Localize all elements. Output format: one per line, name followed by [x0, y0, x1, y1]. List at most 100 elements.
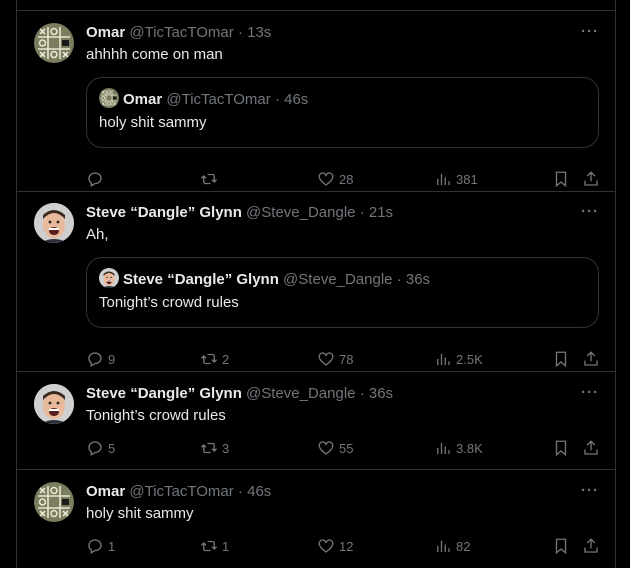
repost-count: 1 [222, 538, 230, 554]
separator: · [274, 91, 280, 108]
views-icon [437, 540, 450, 552]
reply-button[interactable] [86, 169, 108, 189]
reply-button[interactable]: 1 [86, 536, 115, 556]
repost-count: 3 [222, 440, 230, 456]
action-bar: 28 381 [86, 169, 599, 189]
author-handle[interactable]: @TicTacTOmar [129, 483, 233, 500]
author-name[interactable]: Steve “Dangle” Glynn [86, 385, 242, 402]
quoted-avatar [99, 88, 119, 109]
author-handle[interactable]: @TicTacTOmar [129, 24, 233, 41]
author-handle[interactable]: @Steve_Dangle [246, 204, 355, 221]
avatar[interactable] [34, 482, 74, 522]
bookmark-icon [555, 440, 567, 457]
quoted-avatar [99, 268, 119, 289]
reply-icon [88, 172, 102, 187]
repost-count: 2 [222, 351, 230, 367]
like-count: 78 [339, 351, 354, 367]
tweet-text: Ah, [86, 226, 109, 243]
bookmark-button[interactable] [552, 536, 570, 556]
like-button[interactable]: 78 [317, 349, 353, 369]
more-options-icon[interactable]: ··· [581, 203, 599, 220]
author-name[interactable]: Omar [86, 483, 125, 500]
quoted-timestamp: 36s [405, 271, 431, 288]
like-button[interactable]: 12 [317, 536, 353, 556]
views-button[interactable]: 82 [434, 536, 470, 556]
avatar[interactable] [34, 384, 74, 424]
quoted-author-handle: @TicTacTOmar [166, 91, 271, 108]
action-bar: 1 1 12 82 [86, 536, 599, 556]
more-options-icon[interactable]: ··· [581, 384, 599, 401]
views-icon [437, 353, 450, 365]
repost-icon [201, 353, 217, 365]
action-bar: 5 3 55 3.8K [86, 438, 599, 458]
share-icon [584, 171, 598, 186]
like-count: 12 [339, 538, 354, 554]
heart-icon [318, 539, 334, 553]
like-button[interactable]: 28 [317, 169, 353, 189]
separator: · [237, 483, 243, 500]
bookmark-button[interactable] [552, 349, 570, 369]
timestamp[interactable]: 21s [369, 204, 393, 221]
separator: · [359, 204, 365, 221]
views-icon [437, 173, 450, 185]
repost-button[interactable]: 2 [200, 349, 229, 369]
share-icon [584, 351, 598, 366]
quoted-tweet[interactable]: Steve “Dangle” Glynn @Steve_Dangle · 36s… [86, 257, 599, 328]
quoted-tweet[interactable]: Omar @TicTacTOmar · 46s holy shit sammy [86, 77, 599, 148]
share-button[interactable] [582, 169, 600, 189]
avatar[interactable] [34, 23, 74, 63]
quoted-text: holy shit sammy [99, 114, 207, 131]
avatar[interactable] [34, 203, 74, 243]
like-button[interactable]: 55 [317, 438, 353, 458]
repost-icon [201, 540, 217, 552]
tweet-text: ahhhh come on man [86, 46, 223, 63]
tweet[interactable]: Omar @TicTacTOmar · 46s ··· holy shit sa… [17, 470, 615, 568]
reply-button[interactable]: 9 [86, 349, 115, 369]
tweet[interactable]: Omar @TicTacTOmar · 13s ··· ahhhh come o… [17, 10, 615, 192]
timestamp[interactable]: 36s [369, 385, 393, 402]
tweet-text: holy shit sammy [86, 505, 194, 522]
repost-icon [201, 442, 217, 454]
author-name[interactable]: Steve “Dangle” Glynn [86, 204, 242, 221]
views-button[interactable]: 3.8K [434, 438, 483, 458]
separator: · [359, 385, 365, 402]
reply-count: 9 [108, 351, 116, 367]
like-count: 28 [339, 171, 354, 187]
heart-icon [318, 352, 334, 366]
more-options-icon[interactable]: ··· [581, 23, 599, 40]
separator: · [237, 24, 243, 41]
like-count: 55 [339, 440, 354, 456]
view-count: 3.8K [456, 440, 483, 456]
view-count: 381 [456, 171, 478, 187]
repost-button[interactable]: 3 [200, 438, 229, 458]
more-options-icon[interactable]: ··· [581, 482, 599, 499]
bookmark-icon [555, 538, 567, 555]
timestamp[interactable]: 13s [247, 24, 271, 41]
heart-icon [318, 441, 334, 455]
tweet[interactable]: Steve “Dangle” Glynn @Steve_Dangle · 21s… [17, 191, 615, 372]
quoted-author-name: Steve “Dangle” Glynn [123, 271, 279, 288]
reply-count: 1 [108, 538, 116, 554]
views-icon [437, 442, 450, 454]
share-button[interactable] [582, 349, 600, 369]
views-button[interactable]: 381 [434, 169, 478, 189]
view-count: 2.5K [456, 351, 483, 367]
reply-icon [88, 352, 102, 367]
repost-button[interactable] [200, 169, 222, 189]
reply-count: 5 [108, 440, 116, 456]
author-name[interactable]: Omar [86, 24, 125, 41]
tweet[interactable]: Steve “Dangle” Glynn @Steve_Dangle · 36s… [17, 372, 615, 470]
author-handle[interactable]: @Steve_Dangle [246, 385, 355, 402]
tweet-text: Tonight’s crowd rules [86, 407, 226, 424]
reply-button[interactable]: 5 [86, 438, 115, 458]
share-button[interactable] [582, 536, 600, 556]
timestamp[interactable]: 46s [247, 483, 271, 500]
share-button[interactable] [582, 438, 600, 458]
bookmark-icon [555, 351, 567, 368]
repost-button[interactable]: 1 [200, 536, 229, 556]
action-bar: 9 2 78 2.5K [86, 349, 599, 369]
separator: · [396, 271, 402, 288]
bookmark-button[interactable] [552, 438, 570, 458]
bookmark-button[interactable] [552, 169, 570, 189]
views-button[interactable]: 2.5K [434, 349, 483, 369]
